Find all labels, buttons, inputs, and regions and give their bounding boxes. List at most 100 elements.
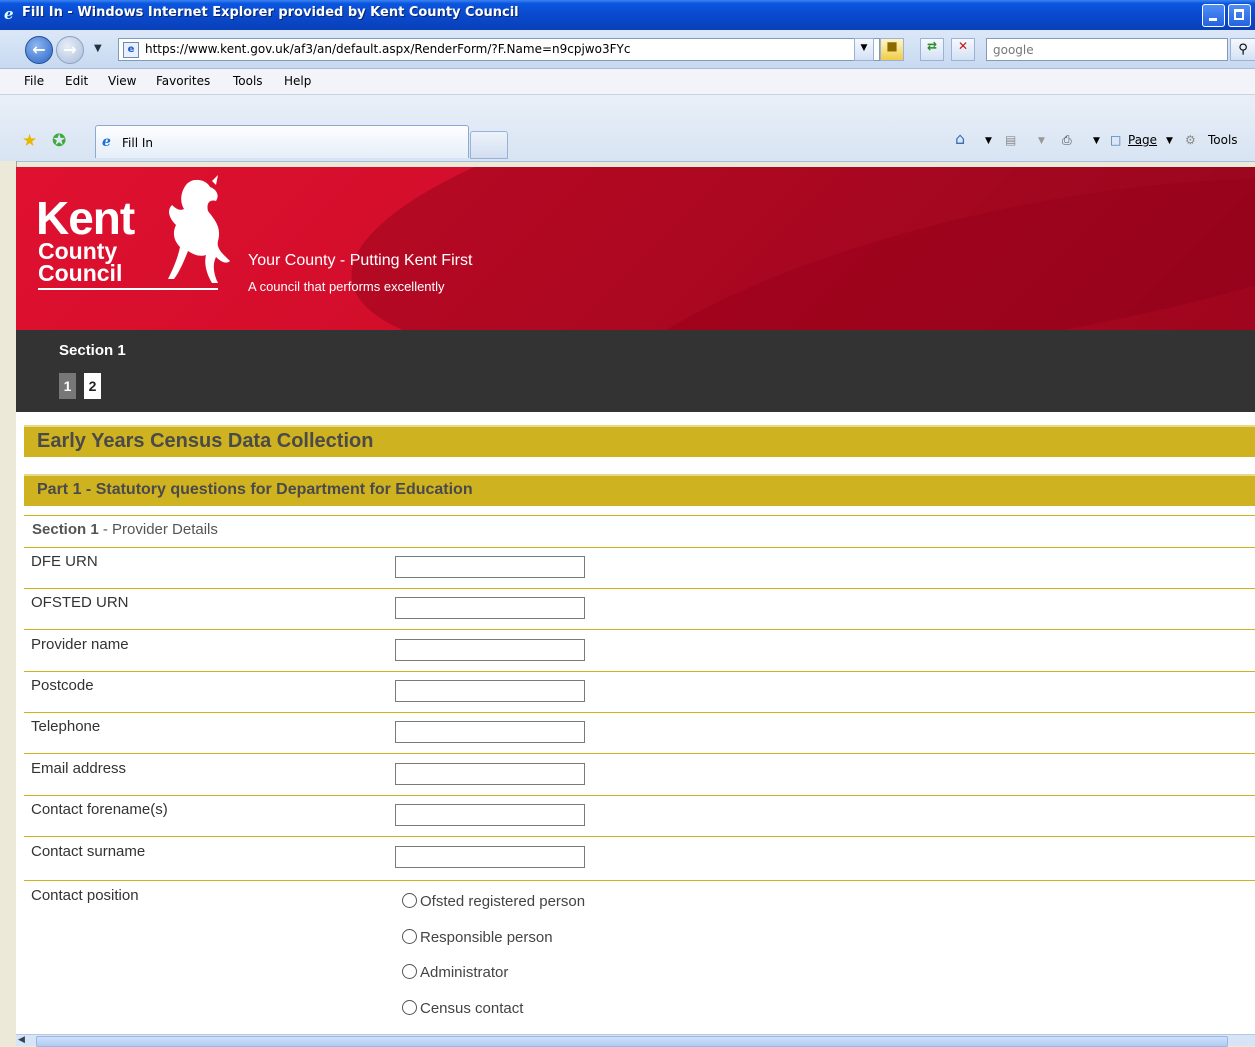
page-dropdown-icon[interactable]: ▼ [1166, 136, 1173, 146]
section-heading-prefix: Section 1 [32, 521, 99, 538]
radio-label: Administrator [420, 964, 509, 981]
ofsted-urn-input[interactable] [395, 597, 585, 619]
row-divider [24, 671, 1255, 672]
maximize-button[interactable] [1228, 4, 1251, 27]
logo-text-kent: Kent [36, 192, 135, 244]
field-label-ofsted-urn: OFSTED URN [31, 594, 129, 611]
radio-circle-icon[interactable] [402, 893, 417, 908]
new-tab-button[interactable] [470, 131, 508, 159]
home-dropdown-icon[interactable]: ▼ [985, 136, 992, 146]
feeds-icon[interactable]: ▤ [1005, 133, 1016, 147]
radio-ofsted-registered-person[interactable]: Ofsted registered person [402, 893, 585, 910]
field-label-provider-name: Provider name [31, 636, 129, 653]
radio-census-contact[interactable]: Census contact [402, 1000, 523, 1017]
address-url[interactable]: https://www.kent.gov.uk/af3/an/default.a… [145, 42, 630, 56]
lock-icon[interactable]: ■ [880, 38, 904, 61]
gear-icon: ⚙ [1185, 133, 1196, 147]
radio-label: Ofsted registered person [420, 893, 586, 910]
field-label-dfe-urn: DFE URN [31, 553, 98, 570]
tab-bar: ★ ✪ e Fill In ⌂ ▼ ▤ ▼ ⎙ ▼ □ Page ▼ ⚙ Too… [0, 95, 1255, 162]
section-heading: Section 1 - Provider Details [32, 521, 218, 538]
logo-underline [38, 288, 218, 290]
banner-subtagline: A council that performs excellently [248, 279, 445, 294]
radio-administrator[interactable]: Administrator [402, 964, 508, 981]
home-icon[interactable]: ⌂ [955, 129, 965, 148]
telephone-input[interactable] [395, 721, 585, 743]
page-content: Kent County Council Your County - Puttin… [16, 167, 1255, 1034]
menu-view[interactable]: View [108, 74, 136, 88]
add-favorite-icon[interactable]: ✪ [52, 131, 66, 151]
row-divider [24, 753, 1255, 754]
contact-forename-input[interactable] [395, 804, 585, 826]
menu-edit[interactable]: Edit [65, 74, 88, 88]
row-divider [24, 547, 1255, 548]
section-title: Section 1 [59, 342, 126, 359]
window-title-bar[interactable]: e Fill In - Windows Internet Explorer pr… [0, 0, 1255, 30]
search-box[interactable] [986, 38, 1228, 61]
radio-label: Census contact [420, 1000, 524, 1017]
row-divider [24, 712, 1255, 713]
forward-button[interactable]: → [56, 36, 84, 64]
radio-circle-icon[interactable] [402, 964, 417, 979]
scroll-left-icon[interactable]: ◀ [18, 1035, 25, 1045]
window-left-border [0, 161, 17, 1045]
radio-responsible-person[interactable]: Responsible person [402, 929, 553, 946]
provider-name-input[interactable] [395, 639, 585, 661]
dfe-urn-input[interactable] [395, 556, 585, 578]
menu-tools[interactable]: Tools [233, 74, 263, 88]
section-navigation-bar: Section 1 1 2 [16, 330, 1255, 412]
email-input[interactable] [395, 763, 585, 785]
radio-circle-icon[interactable] [402, 1000, 417, 1015]
ie-logo-icon: e [4, 5, 14, 23]
ie-page-icon: e [102, 134, 111, 150]
address-dropdown-icon[interactable]: ▼ [854, 38, 874, 61]
field-label-email: Email address [31, 760, 127, 777]
favorites-star-icon[interactable]: ★ [22, 131, 37, 151]
page-button-2[interactable]: 2 [84, 373, 101, 399]
address-bar[interactable]: e https://www.kent.gov.uk/af3/an/default… [118, 38, 880, 61]
tools-menu[interactable]: Tools [1208, 133, 1238, 147]
scrollbar-thumb[interactable] [36, 1036, 1228, 1047]
row-divider [24, 629, 1255, 630]
field-label-contact-forename: Contact forename(s) [31, 801, 168, 818]
print-dropdown-icon[interactable]: ▼ [1093, 136, 1100, 146]
kent-horse-logo-icon [168, 175, 230, 283]
section-heading-suffix: - Provider Details [98, 521, 218, 538]
back-button[interactable]: ← [25, 36, 53, 64]
field-label-contact-surname: Contact surname [31, 843, 146, 860]
page-menu[interactable]: Page [1128, 133, 1157, 147]
history-dropdown-icon[interactable]: ▼ [94, 43, 102, 54]
form-title-bar: Early Years Census Data Collection [24, 425, 1255, 457]
menu-favorites[interactable]: Favorites [156, 74, 210, 88]
form-title: Early Years Census Data Collection [37, 430, 374, 452]
field-label-telephone: Telephone [31, 718, 101, 735]
part-title: Part 1 - Statutory questions for Departm… [37, 481, 473, 498]
page-icon: e [123, 42, 139, 58]
row-divider [24, 836, 1255, 837]
refresh-icon[interactable]: ⇄ [920, 38, 944, 61]
window-title: Fill In - Windows Internet Explorer prov… [22, 5, 519, 20]
search-input[interactable] [991, 40, 1225, 60]
minimize-button[interactable] [1202, 4, 1225, 27]
menu-help[interactable]: Help [284, 74, 311, 88]
logo-text-council: Council [38, 260, 123, 286]
row-divider [24, 515, 1255, 516]
field-label-postcode: Postcode [31, 677, 94, 694]
navigation-bar: ← → ▼ e https://www.kent.gov.uk/af3/an/d… [0, 30, 1255, 69]
site-header-banner: Kent County Council Your County - Puttin… [16, 167, 1255, 330]
horizontal-scrollbar[interactable]: ◀ [16, 1034, 1255, 1047]
print-icon[interactable]: ⎙ [1062, 133, 1072, 148]
postcode-input[interactable] [395, 680, 585, 702]
search-icon[interactable]: ⚲ [1230, 38, 1255, 61]
radio-circle-icon[interactable] [402, 929, 417, 944]
radio-label: Responsible person [420, 929, 553, 946]
tab-label: Fill In [122, 136, 153, 150]
row-divider [24, 880, 1255, 881]
field-label-contact-position: Contact position [31, 887, 139, 904]
stop-icon[interactable]: ✕ [951, 38, 975, 61]
contact-surname-input[interactable] [395, 846, 585, 868]
tab-fill-in[interactable]: e Fill In [95, 125, 469, 158]
page-button-1[interactable]: 1 [59, 373, 76, 399]
menu-file[interactable]: File [24, 74, 44, 88]
banner-tagline: Your County - Putting Kent First [248, 252, 473, 269]
